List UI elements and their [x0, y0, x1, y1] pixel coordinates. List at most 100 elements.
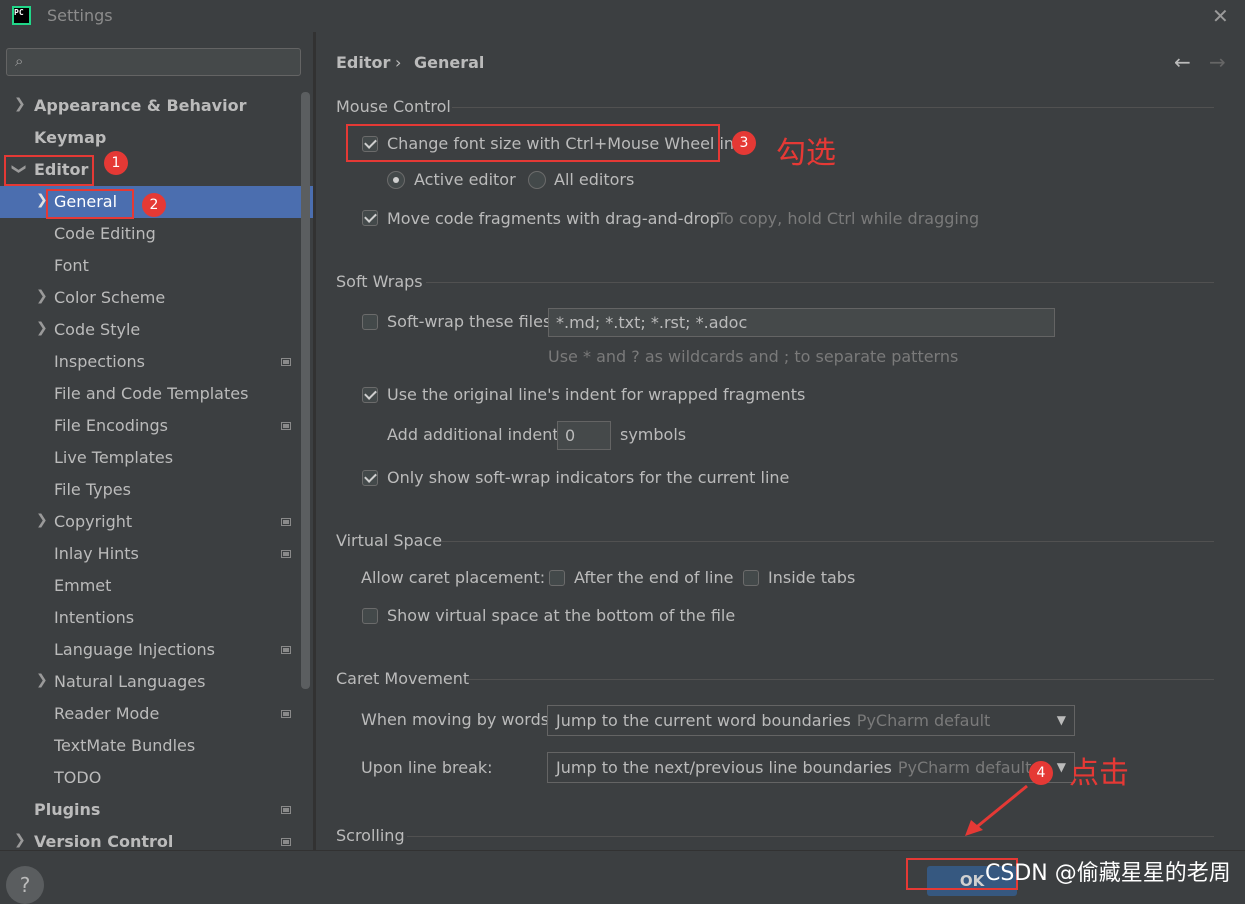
sidebar-item-appearance[interactable]: Appearance & Behavior [34, 90, 246, 122]
forward-arrow-icon[interactable]: → [1209, 50, 1226, 74]
section-divider [452, 107, 1214, 108]
window-title: Settings [47, 6, 113, 25]
active-editor-radio[interactable] [387, 171, 405, 189]
line-break-dropdown[interactable]: Jump to the next/previous line boundarie… [547, 752, 1075, 783]
soft-wrap-files-checkbox[interactable] [362, 314, 378, 330]
chevron-right-icon[interactable]: ❯ [36, 672, 48, 688]
project-scope-icon [281, 550, 291, 558]
line-break-label: Upon line break: [361, 758, 493, 777]
search-icon: ⌕ [15, 52, 24, 70]
annotation-box-font-size [346, 124, 720, 162]
project-scope-icon [281, 806, 291, 814]
annotation-arrow-icon [965, 784, 1028, 836]
chevron-right-icon[interactable]: ❯ [36, 288, 48, 304]
project-scope-icon [281, 838, 291, 846]
move-code-checkbox[interactable] [362, 210, 378, 226]
sidebar-item-emmet[interactable]: Emmet [54, 570, 111, 602]
sidebar-item-textmate-bundles[interactable]: TextMate Bundles [54, 730, 195, 762]
sidebar-item-keymap[interactable]: Keymap [34, 122, 106, 154]
sidebar-item-inspections[interactable]: Inspections [54, 346, 145, 378]
only-show-indicators-label[interactable]: Only show soft-wrap indicators for the c… [387, 468, 789, 487]
original-indent-label[interactable]: Use the original line's indent for wrapp… [387, 385, 805, 404]
breadcrumb-separator: › [395, 53, 402, 72]
annotation-badge-1: 1 [104, 151, 128, 175]
annotation-check-text: 勾选 [776, 136, 836, 171]
sidebar-item-file-encodings[interactable]: File Encodings [54, 410, 168, 442]
after-end-of-line-checkbox[interactable] [549, 570, 565, 586]
sidebar-item-file-templates[interactable]: File and Code Templates [54, 378, 248, 410]
sidebar-item-intentions[interactable]: Intentions [54, 602, 134, 634]
all-editors-label[interactable]: All editors [554, 170, 634, 189]
sidebar-item-code-editing[interactable]: Code Editing [54, 218, 156, 250]
section-divider [407, 836, 1214, 837]
watermark: CSDN @偷藏星星的老周 [985, 861, 1231, 886]
sidebar-item-copyright[interactable]: Copyright [54, 506, 132, 538]
line-break-hint: PyCharm default [897, 758, 1032, 777]
line-break-value: Jump to the next/previous line boundarie… [556, 758, 892, 777]
all-editors-radio[interactable] [528, 171, 546, 189]
by-words-label: When moving by words: [361, 710, 555, 729]
show-virtual-space-label[interactable]: Show virtual space at the bottom of the … [387, 606, 735, 625]
only-show-indicators-checkbox[interactable] [362, 470, 378, 486]
sidebar-item-file-types[interactable]: File Types [54, 474, 131, 506]
section-mouse-control: Mouse Control [336, 97, 451, 116]
chevron-right-icon[interactable]: ❯ [36, 320, 48, 336]
chevron-right-icon[interactable]: ❯ [36, 512, 48, 528]
section-caret-movement: Caret Movement [336, 669, 470, 688]
original-indent-checkbox[interactable] [362, 387, 378, 403]
breadcrumb-current: General [414, 53, 485, 72]
project-scope-icon [281, 646, 291, 654]
help-icon[interactable]: ? [6, 866, 44, 904]
active-editor-label[interactable]: Active editor [414, 170, 516, 189]
additional-indent-field[interactable]: 0 [557, 421, 611, 450]
soft-wrap-files-label[interactable]: Soft-wrap these files: [387, 312, 557, 331]
sidebar-item-live-templates[interactable]: Live Templates [54, 442, 173, 474]
sidebar-item-reader-mode[interactable]: Reader Mode [54, 698, 159, 730]
soft-wrap-patterns-field[interactable]: *.md; *.txt; *.rst; *.adoc [548, 308, 1055, 337]
section-divider [467, 679, 1214, 680]
allow-caret-label: Allow caret placement: [361, 568, 546, 587]
after-end-of-line-label[interactable]: After the end of line [574, 568, 733, 587]
sidebar-item-code-style[interactable]: Code Style [54, 314, 140, 346]
sidebar-item-natural-languages[interactable]: Natural Languages [54, 666, 205, 698]
annotation-box-general [46, 189, 134, 219]
inside-tabs-checkbox[interactable] [743, 570, 759, 586]
inside-tabs-label[interactable]: Inside tabs [768, 568, 855, 587]
breadcrumb-parent[interactable]: Editor [336, 53, 390, 72]
annotation-badge-3: 3 [732, 131, 756, 155]
move-code-label[interactable]: Move code fragments with drag-and-drop [387, 209, 720, 228]
sidebar-item-font[interactable]: Font [54, 250, 89, 282]
sidebar-item-todo[interactable]: TODO [54, 762, 101, 794]
project-scope-icon [281, 422, 291, 430]
project-scope-icon [281, 358, 291, 366]
section-soft-wraps: Soft Wraps [336, 272, 423, 291]
dropdown-arrow-icon: ▼ [1056, 713, 1066, 727]
sidebar-item-color-scheme[interactable]: Color Scheme [54, 282, 165, 314]
show-virtual-space-checkbox[interactable] [362, 608, 378, 624]
app-logo-text: PC [14, 8, 29, 23]
section-scrolling: Scrolling [336, 826, 405, 845]
dropdown-arrow-icon: ▼ [1056, 760, 1066, 774]
back-arrow-icon[interactable]: ← [1174, 50, 1191, 74]
annotation-box-editor [4, 155, 94, 186]
annotation-badge-2: 2 [142, 193, 166, 217]
search-input[interactable]: ⌕ [6, 48, 301, 76]
move-code-hint: To copy, hold Ctrl while dragging [717, 209, 980, 228]
chevron-right-icon[interactable]: ❯ [14, 96, 26, 112]
section-divider [442, 541, 1214, 542]
annotation-click-text: 点击 [1069, 756, 1129, 791]
by-words-dropdown[interactable]: Jump to the current word boundaries PyCha… [547, 705, 1075, 736]
sidebar-item-plugins[interactable]: Plugins [34, 794, 100, 826]
project-scope-icon [281, 518, 291, 526]
by-words-value: Jump to the current word boundaries [556, 711, 851, 730]
additional-indent-label: Add additional indent: [387, 425, 564, 444]
section-divider [426, 282, 1214, 283]
sidebar-scrollbar[interactable] [301, 92, 310, 689]
close-icon[interactable]: ✕ [1212, 4, 1229, 28]
soft-wrap-patterns-hint: Use * and ? as wildcards and ; to separa… [548, 347, 959, 366]
chevron-right-icon[interactable]: ❯ [14, 832, 26, 848]
section-virtual-space: Virtual Space [336, 531, 443, 550]
sidebar-item-language-injections[interactable]: Language Injections [54, 634, 215, 666]
sidebar-item-inlay-hints[interactable]: Inlay Hints [54, 538, 139, 570]
title-bar [0, 0, 1245, 32]
